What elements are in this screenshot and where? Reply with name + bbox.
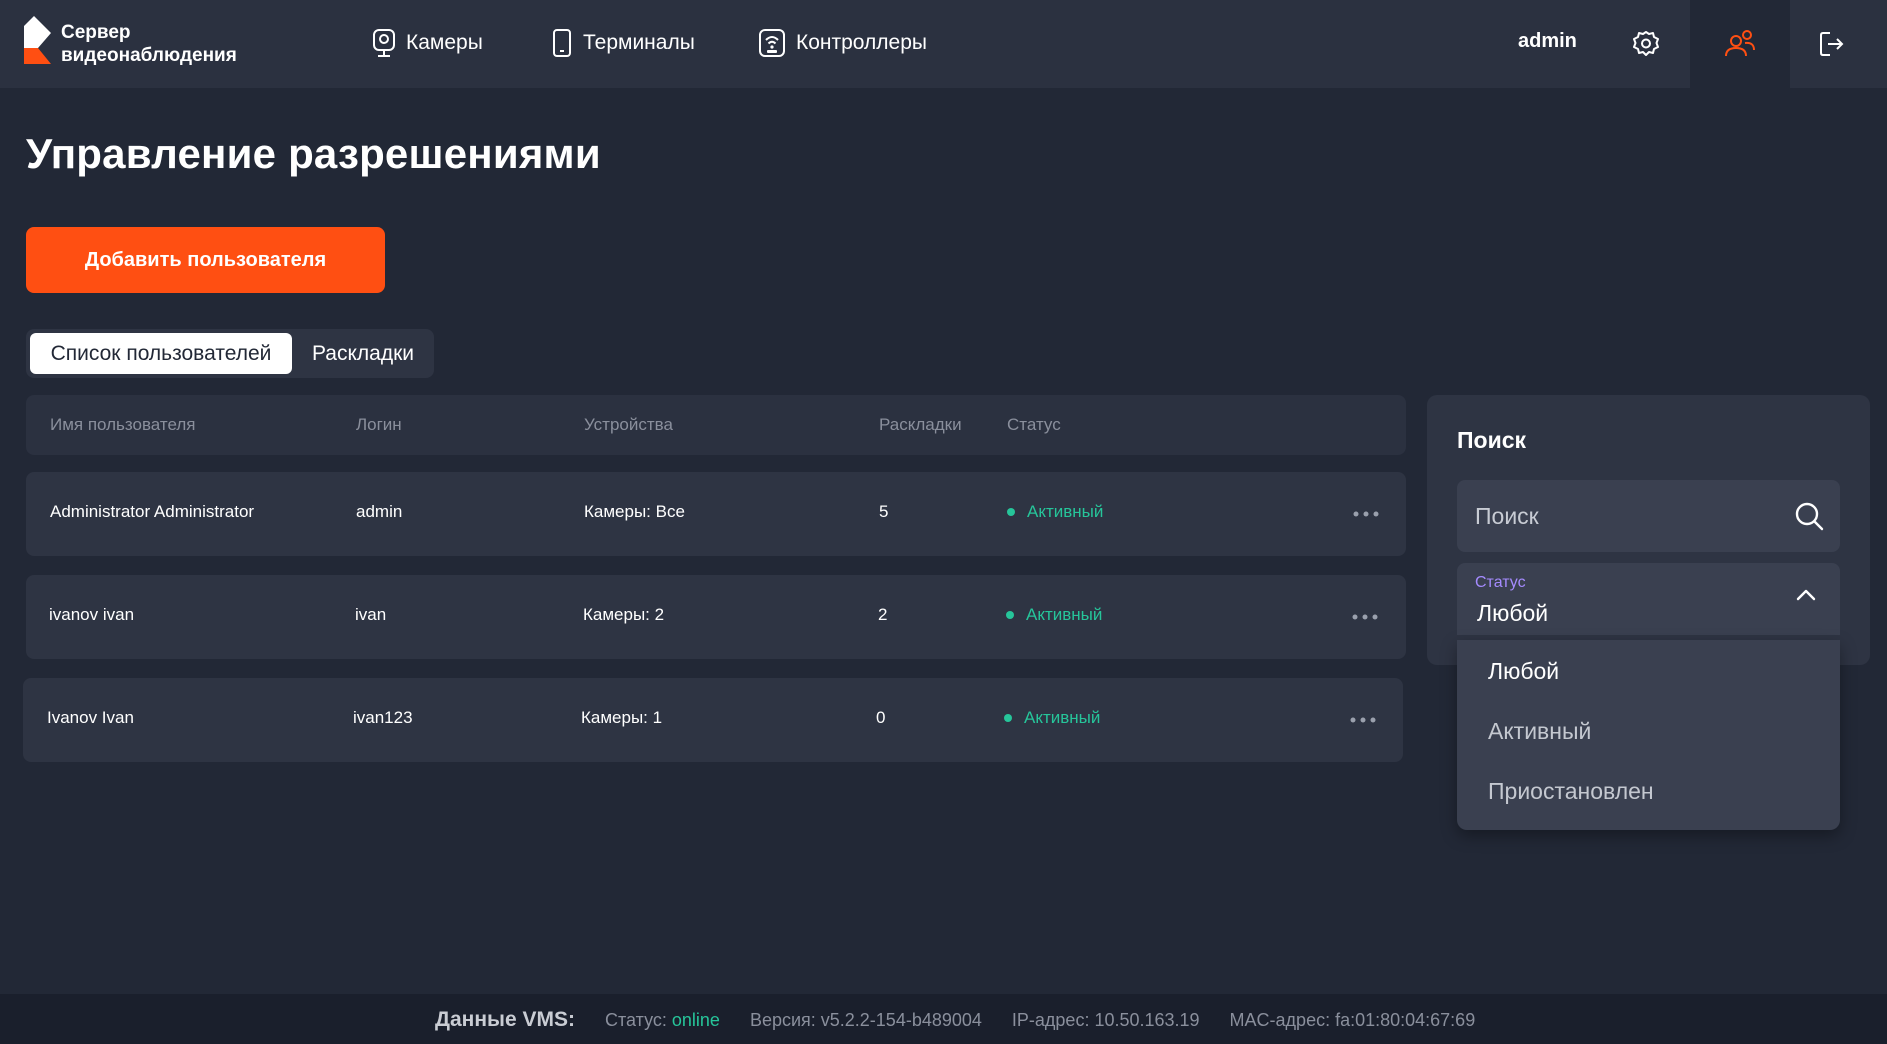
logo-line1: Сервер <box>61 22 131 43</box>
nav-cameras[interactable]: Камеры <box>372 26 483 60</box>
search-panel: Поиск Статус Любой <box>1427 395 1870 665</box>
vms-status: Статус: online <box>605 1010 720 1031</box>
user-name: ivanov ivan <box>49 605 135 624</box>
logo[interactable]: Сервер видеонаблюдения <box>24 16 264 70</box>
logout-icon <box>1820 32 1844 56</box>
status-badge: Активный <box>1006 605 1102 625</box>
search-panel-title: Поиск <box>1457 427 1527 453</box>
status-dot-icon <box>1006 611 1014 619</box>
users-button[interactable] <box>1690 0 1790 88</box>
add-user-button[interactable]: Добавить пользователя <box>26 227 385 293</box>
search-icon <box>1795 502 1824 531</box>
column-header-name[interactable]: Имя пользователя <box>50 415 196 435</box>
users-icon <box>1725 30 1755 57</box>
camera-icon <box>373 29 395 57</box>
status-text: Активный <box>1024 708 1101 727</box>
user-layouts: 2 <box>878 605 888 624</box>
table-row[interactable]: ivanov ivan ivan Камеры: 2 2 Активный <box>26 575 1406 659</box>
logo-line2: видеонаблюдения <box>61 45 237 66</box>
current-username[interactable]: admin <box>1518 30 1577 53</box>
status-text: Активный <box>1026 605 1103 624</box>
footer: Данные VMS: Статус: online Версия: v5.2.… <box>0 994 1887 1044</box>
vms-info: Данные VMS: Статус: online Версия: v5.2.… <box>435 1008 1475 1032</box>
more-dots-icon <box>1352 614 1378 620</box>
column-header-status[interactable]: Статус <box>1007 415 1061 435</box>
user-layouts: 0 <box>876 708 886 727</box>
nav-terminals[interactable]: Терминалы <box>551 26 695 60</box>
vms-version: Версия: v5.2.2-154-b489004 <box>749 1010 982 1030</box>
user-devices: Камеры: Все <box>584 502 685 521</box>
nav-controllers-label: Контроллеры <box>796 31 927 54</box>
user-name: Ivanov Ivan <box>47 708 134 727</box>
row-actions-button[interactable] <box>1343 702 1383 738</box>
nav-terminals-label: Терминалы <box>583 31 695 54</box>
nav-cameras-label: Камеры <box>406 31 483 54</box>
tablet-icon <box>553 29 571 57</box>
search-input[interactable] <box>1457 480 1787 552</box>
view-tabs: Список пользователей Раскладки <box>26 329 434 378</box>
vms-mac: MAC-адрес: fa:01:80:04:67:69 <box>1229 1010 1476 1030</box>
controller-icon <box>759 29 785 57</box>
table-row[interactable]: Administrator Administrator admin Камеры… <box>26 472 1406 556</box>
top-header: Сервер видеонаблюдения Камеры Терминалы … <box>0 0 1887 88</box>
tab-user-list[interactable]: Список пользователей <box>30 333 292 374</box>
status-select-value: Любой <box>1477 600 1549 626</box>
vms-status-value: online <box>671 1010 720 1030</box>
user-login: admin <box>356 502 403 521</box>
column-header-layouts[interactable]: Раскладки <box>879 415 962 435</box>
page-title: Управление разрешениями <box>26 130 601 177</box>
vms-info-title: Данные VMS: <box>435 1008 575 1031</box>
status-badge: Активный <box>1004 708 1100 728</box>
status-dropdown-menu: Любой Активный Приостановлен <box>1457 640 1840 830</box>
row-actions-button[interactable] <box>1346 496 1386 532</box>
settings-button[interactable] <box>1596 0 1696 88</box>
status-dot-icon <box>1007 508 1015 516</box>
status-select[interactable]: Статус Любой <box>1457 563 1840 635</box>
row-actions-button[interactable] <box>1345 599 1385 635</box>
table-header: Имя пользователя Логин Устройства Раскла… <box>26 395 1406 455</box>
user-layouts: 5 <box>879 502 889 521</box>
status-dot-icon <box>1004 714 1012 722</box>
status-option-active[interactable]: Активный <box>1488 718 1591 745</box>
table-row[interactable]: Ivanov Ivan ivan123 Камеры: 1 0 Активный <box>23 678 1403 762</box>
user-devices: Камеры: 2 <box>583 605 665 624</box>
status-badge: Активный <box>1007 502 1103 522</box>
status-select-label: Статус <box>1475 574 1526 591</box>
gear-icon <box>1633 31 1659 56</box>
logout-button[interactable] <box>1782 0 1882 88</box>
column-header-login[interactable]: Логин <box>356 415 402 435</box>
search-button[interactable] <box>1793 500 1825 532</box>
logo-icon <box>24 16 51 64</box>
status-text: Активный <box>1027 502 1104 521</box>
more-dots-icon <box>1353 511 1379 517</box>
nav-controllers[interactable]: Контроллеры <box>758 26 927 60</box>
user-name: Administrator Administrator <box>50 502 255 521</box>
search-box <box>1457 480 1840 552</box>
more-dots-icon <box>1350 717 1376 723</box>
user-login: ivan <box>355 605 387 624</box>
logo-text: Сервер видеонаблюдения <box>61 21 237 67</box>
column-header-devices[interactable]: Устройства <box>584 415 673 435</box>
vms-ip: IP-адрес: 10.50.163.19 <box>1011 1010 1200 1030</box>
status-option-any[interactable]: Любой <box>1488 658 1559 685</box>
tab-layouts[interactable]: Раскладки <box>296 333 430 374</box>
chevron-up-icon <box>1796 589 1816 601</box>
vms-status-label: Статус: <box>604 1010 667 1030</box>
status-option-suspended[interactable]: Приостановлен <box>1488 778 1654 805</box>
user-login: ivan123 <box>353 708 413 727</box>
user-devices: Камеры: 1 <box>581 708 663 727</box>
